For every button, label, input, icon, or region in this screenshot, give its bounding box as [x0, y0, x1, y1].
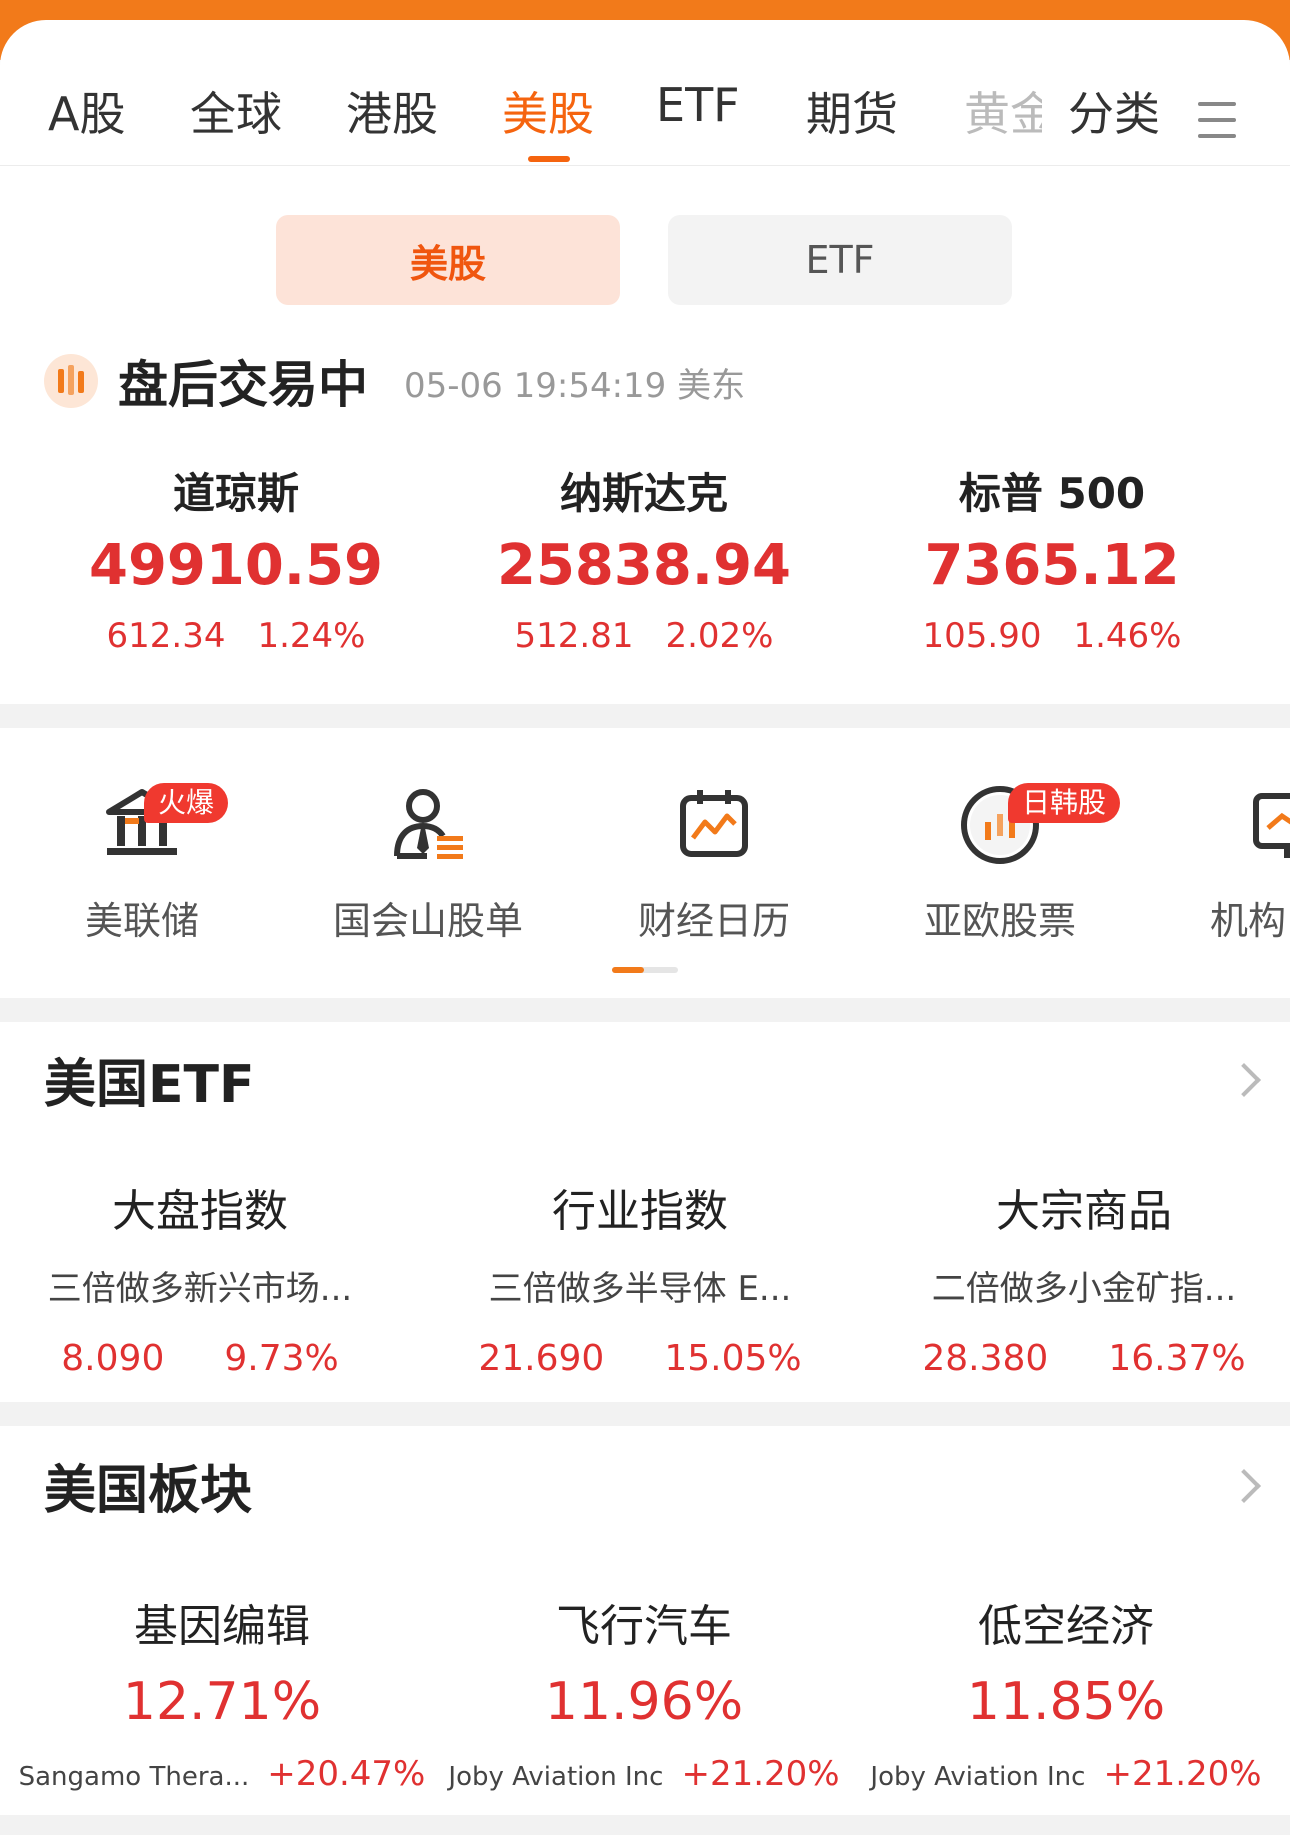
- tool-institutions[interactable]: 机构: [1156, 778, 1290, 945]
- etf-category: 行业指数: [552, 1186, 728, 1237]
- index-value: 7365.12: [924, 533, 1180, 598]
- etf-name: 三倍做多新兴市场...: [47, 1269, 353, 1309]
- etf-change: 21.690 15.05%: [478, 1338, 802, 1379]
- sector-percent: 11.96%: [544, 1672, 744, 1732]
- calendar-chart-icon: [669, 778, 759, 868]
- etf-name: 三倍做多半导体 E...: [488, 1269, 792, 1309]
- sector-percent: 11.85%: [966, 1672, 1166, 1732]
- etf-change: 8.090 9.73%: [61, 1338, 339, 1379]
- index-change: 512.81 2.02%: [514, 616, 774, 656]
- index-name: 道琼斯: [172, 469, 299, 518]
- index-nasdaq[interactable]: 纳斯达克 25838.94 512.81 2.02%: [444, 460, 844, 656]
- tool-label: 财经日历: [637, 899, 790, 943]
- trading-status: 盘后交易中: [118, 356, 368, 414]
- etf-card-broad-market[interactable]: 大盘指数 三倍做多新兴市场... 8.090 9.73%: [0, 1175, 400, 1379]
- index-change: 105.90 1.46%: [922, 616, 1182, 656]
- index-name: 纳斯达克: [559, 469, 728, 518]
- index-dow-jones[interactable]: 道琼斯 49910.59 612.34 1.24%: [36, 460, 436, 656]
- sector-name: 飞行汽车: [556, 1601, 732, 1652]
- japan-korea-badge: 日韩股: [1008, 783, 1121, 823]
- active-tab-indicator: [528, 156, 570, 162]
- tab-global[interactable]: 全球: [190, 78, 282, 144]
- tool-label: 机构: [1210, 899, 1287, 943]
- tools-scroll-indicator: [612, 967, 678, 973]
- etf-card-sector-index[interactable]: 行业指数 三倍做多半导体 E... 21.690 15.05%: [440, 1175, 840, 1379]
- index-change: 612.34 1.24%: [106, 616, 366, 656]
- sector-name: 低空经济: [978, 1601, 1154, 1652]
- etf-category: 大盘指数: [112, 1186, 288, 1237]
- tool-label: 美联储: [84, 899, 199, 943]
- tab-etf[interactable]: ETF: [656, 78, 740, 132]
- hot-badge: 火爆: [144, 783, 229, 823]
- monitor-chart-icon: [1246, 778, 1290, 868]
- index-name: 标普 500: [958, 469, 1146, 518]
- index-value: 49910.59: [88, 533, 384, 598]
- tab-gold[interactable]: 黄金: [964, 78, 1042, 144]
- tab-categories[interactable]: 分类: [1068, 78, 1160, 144]
- segment-etf[interactable]: ETF: [668, 215, 1012, 305]
- candlestick-icon: [44, 354, 98, 408]
- tool-fed[interactable]: 美联储: [12, 778, 272, 945]
- hamburger-menu-icon[interactable]: [1198, 102, 1236, 150]
- tab-a-shares[interactable]: A股: [48, 78, 125, 144]
- section-divider: [0, 1402, 1290, 1426]
- segment-us-stocks[interactable]: 美股: [276, 215, 620, 305]
- etf-change: 28.380 16.37%: [922, 1338, 1246, 1379]
- section-divider: [0, 704, 1290, 728]
- market-page: A股 全球 港股 美股 ETF 期货 黄金 分类 美股 ETF 盘后交易中 05…: [0, 20, 1290, 1835]
- sector-percent: 12.71%: [122, 1672, 322, 1732]
- etf-category: 大宗商品: [996, 1186, 1172, 1237]
- sector-name: 基因编辑: [134, 1601, 310, 1652]
- sector-leader: Sangamo Thera... +20.47%: [18, 1754, 426, 1794]
- tab-futures[interactable]: 期货: [806, 78, 898, 144]
- section-divider: [0, 998, 1290, 1022]
- tool-label: 国会山股单: [332, 899, 523, 943]
- tab-hk-stocks[interactable]: 港股: [346, 78, 438, 144]
- etf-name: 二倍做多小金矿指...: [931, 1269, 1237, 1309]
- tool-congress-trades[interactable]: 国会山股单: [298, 778, 558, 945]
- us-sectors-title: 美国板块: [44, 1461, 253, 1521]
- person-list-icon: [383, 778, 473, 868]
- tool-label: 亚欧股票: [923, 899, 1076, 943]
- index-sp500[interactable]: 标普 500 7365.12 105.90 1.46%: [852, 460, 1252, 656]
- etf-card-commodities[interactable]: 大宗商品 二倍做多小金矿指... 28.380 16.37%: [884, 1175, 1284, 1379]
- tool-economic-calendar[interactable]: 财经日历: [584, 778, 844, 945]
- index-value: 25838.94: [496, 533, 792, 598]
- market-time: 05-06 19:54:19 美东: [404, 366, 746, 406]
- tab-us-stocks[interactable]: 美股: [502, 78, 594, 144]
- market-tabs: A股 全球 港股 美股 ETF 期货 黄金 分类: [0, 20, 1290, 166]
- chevron-right-icon[interactable]: [1227, 1063, 1261, 1097]
- us-etf-title: 美国ETF: [44, 1055, 255, 1115]
- sector-card-gene-editing[interactable]: 基因编辑 12.71% Sangamo Thera... +20.47%: [12, 1590, 432, 1794]
- bottom-divider: [0, 1815, 1290, 1835]
- sector-card-flying-cars[interactable]: 飞行汽车 11.96% Joby Aviation Inc +21.20%: [434, 1590, 854, 1794]
- sector-card-low-altitude[interactable]: 低空经济 11.85% Joby Aviation Inc +21.20%: [856, 1590, 1276, 1794]
- sector-leader: Joby Aviation Inc +21.20%: [870, 1754, 1262, 1794]
- sector-leader: Joby Aviation Inc +21.20%: [448, 1754, 840, 1794]
- chevron-right-icon[interactable]: [1227, 1469, 1261, 1503]
